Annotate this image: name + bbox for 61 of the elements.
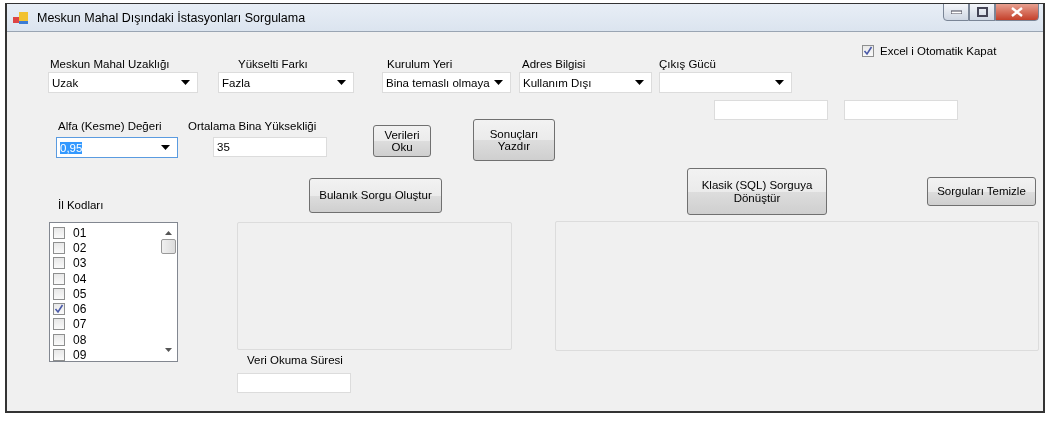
dropdown-arrow-icon [635, 80, 644, 85]
list-label: İl Kodları [58, 199, 104, 211]
dropdown-arrow-icon [161, 145, 170, 150]
close-button[interactable] [995, 4, 1039, 21]
field-label: Yükselti Farkı [238, 58, 308, 70]
checkbox[interactable] [53, 241, 65, 254]
dropdown-arrow-icon [181, 80, 190, 85]
scroll-up-icon [165, 231, 172, 235]
dropdown[interactable]: Bina temaslı olmaya [382, 72, 511, 93]
checkbox[interactable] [53, 226, 65, 239]
field-label: Ortalama Bina Yüksekliği [188, 120, 317, 132]
checkbox-label: Excel i Otomatik Kapat [880, 45, 997, 57]
action-button[interactable]: Verileri Oku [373, 125, 431, 157]
list-item[interactable]: 06 [73, 302, 87, 317]
action-button[interactable]: Sorguları Temizle [927, 177, 1036, 206]
checkbox[interactable] [862, 45, 874, 57]
list-item[interactable]: 05 [73, 286, 87, 301]
list-item[interactable]: 09 [73, 348, 87, 362]
list-item[interactable]: 04 [73, 271, 87, 286]
field-label: Çıkış Gücü [659, 58, 716, 70]
field-label: Kurulum Yeri [387, 58, 453, 70]
list-item[interactable]: 02 [73, 240, 87, 255]
text-field[interactable] [844, 100, 958, 120]
scroll-thumb[interactable] [161, 239, 176, 254]
dropdown-arrow-icon [775, 80, 784, 85]
close-icon [1011, 7, 1023, 17]
text-field[interactable]: 35 [213, 137, 327, 157]
checkbox[interactable] [53, 272, 65, 285]
text-field[interactable] [237, 373, 351, 393]
list-item[interactable]: 08 [73, 332, 87, 347]
dropdown-arrow-icon [494, 80, 503, 85]
checkbox[interactable] [53, 287, 65, 300]
checkmark-icon [863, 46, 873, 56]
checkbox[interactable] [53, 349, 65, 361]
field-label: Adres Bilgisi [522, 58, 586, 70]
dropdown-arrow-icon [337, 80, 346, 85]
action-button[interactable]: Bulanık Sorgu Oluştur [309, 178, 442, 213]
text-field[interactable] [714, 100, 828, 120]
list-item[interactable]: 01 [73, 225, 87, 240]
dropdown[interactable]: Uzak [48, 72, 198, 93]
checkbox[interactable] [53, 303, 65, 316]
checkbox[interactable] [53, 318, 65, 331]
field-label: Veri Okuma Süresi [247, 354, 343, 366]
window-title: Meskun Mahal Dışındaki İstasyonları Sorgulama [37, 10, 306, 25]
maximize-icon [976, 7, 988, 17]
list-item[interactable]: 03 [73, 256, 87, 271]
list-item[interactable]: 07 [73, 317, 87, 332]
dropdown[interactable]: Kullanım Dışı [519, 72, 652, 93]
checkmark-icon [54, 304, 64, 315]
minimize-icon [950, 10, 962, 14]
action-button[interactable]: Sonuçları Yazdır [473, 119, 555, 161]
field-label: Meskun Mahal Uzaklığı [50, 58, 170, 70]
field-label: Alfa (Kesme) Değeri [58, 120, 162, 132]
scroll-down-icon [165, 348, 172, 352]
maximize-button[interactable] [969, 4, 995, 21]
dropdown[interactable]: Fazla [218, 72, 354, 93]
app-icon [13, 10, 29, 25]
checkbox[interactable] [53, 333, 65, 346]
checkbox[interactable] [53, 257, 65, 270]
action-button[interactable]: Klasik (SQL) Sorguya Dönüştür [687, 168, 827, 215]
checked-list[interactable]: 01 02 03 04 05 06 07 08 09 [49, 222, 178, 362]
